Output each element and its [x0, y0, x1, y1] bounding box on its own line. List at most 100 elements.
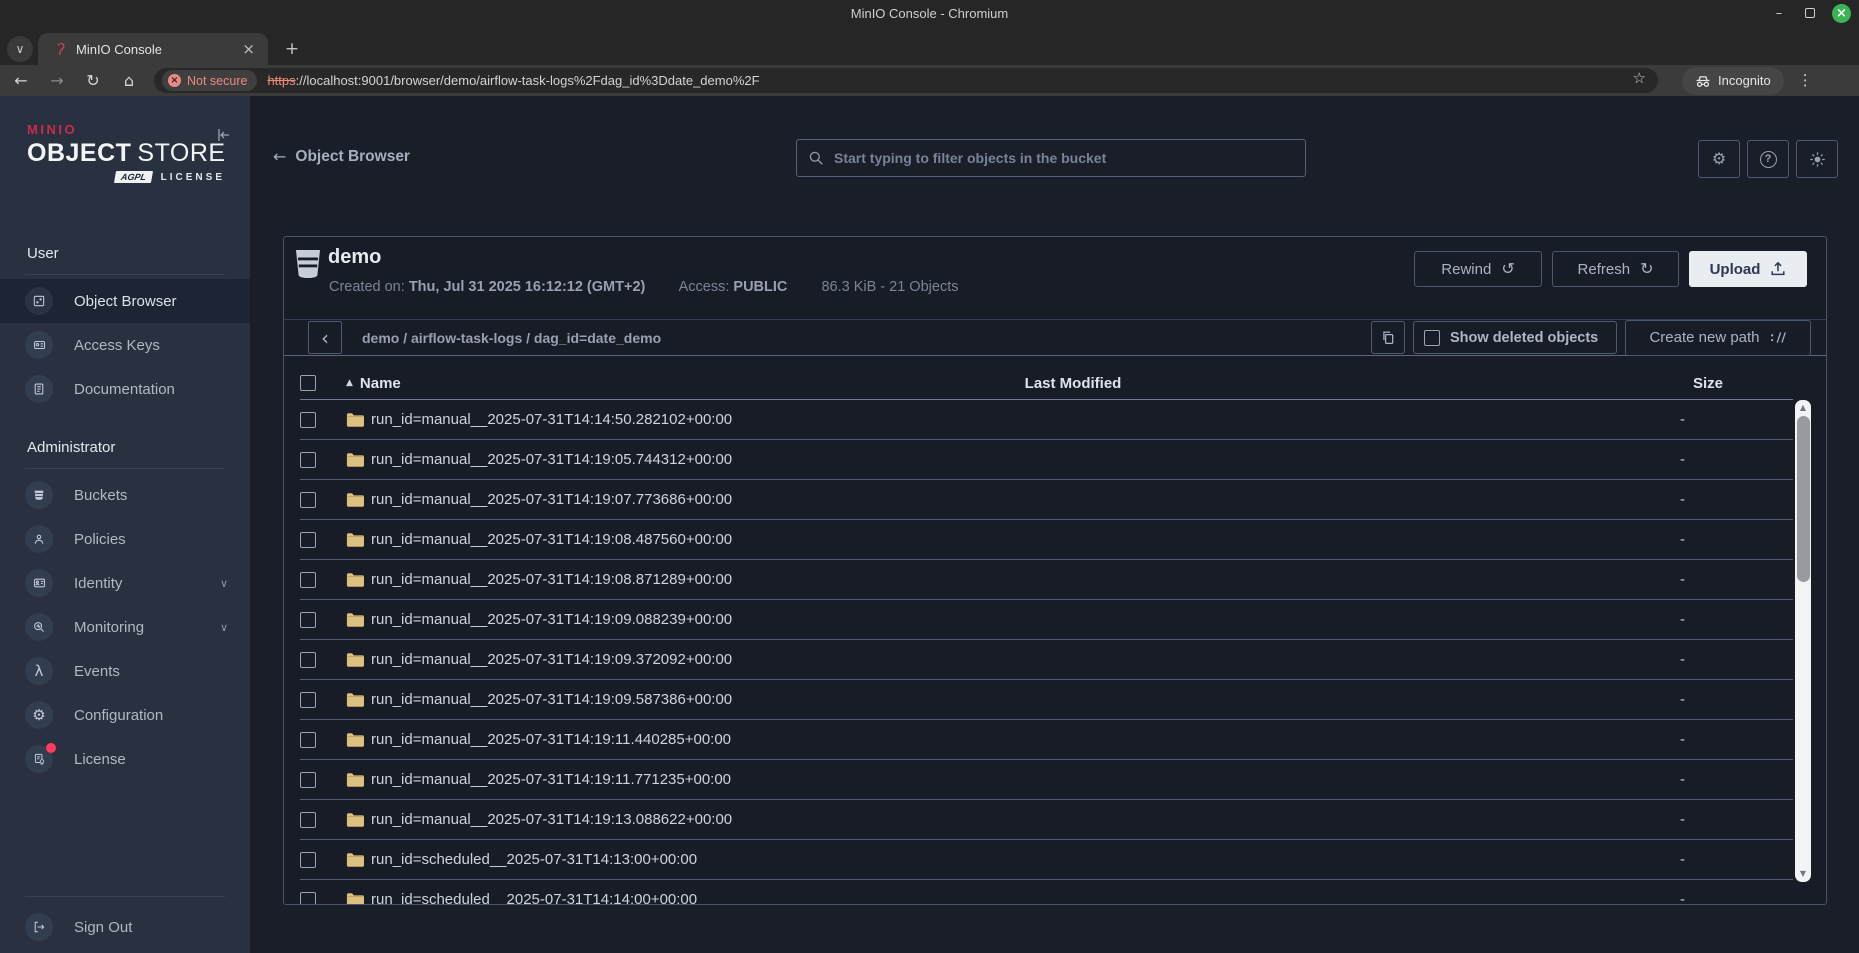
row-checkbox[interactable]	[300, 652, 316, 668]
back-nav-icon[interactable]: ←	[6, 68, 36, 94]
sidebar-item-identity[interactable]: Identity∨	[0, 561, 250, 605]
sidebar-item-license[interactable]: License	[0, 737, 250, 781]
row-checkbox[interactable]	[300, 812, 316, 828]
rewind-button[interactable]: Rewind ↺	[1414, 251, 1542, 287]
sidebar-item-sign-out[interactable]: Sign Out	[0, 905, 250, 949]
show-deleted-group: Show deleted objects	[1413, 321, 1617, 354]
object-name-cell[interactable]: run_id=manual__2025-07-31T14:19:11.44028…	[346, 731, 773, 748]
sidebar-item-label: License	[74, 751, 126, 768]
size-cell: -	[1373, 651, 1793, 668]
tab-close-icon[interactable]: ×	[239, 42, 258, 57]
row-checkbox[interactable]	[300, 572, 316, 588]
sidebar-item-events[interactable]: λEvents	[0, 649, 250, 693]
scrollbar-thumb[interactable]	[1797, 416, 1810, 582]
column-header-name[interactable]: ▲ Name	[346, 375, 773, 392]
not-secure-badge[interactable]: × Not secure	[162, 70, 257, 91]
row-checkbox[interactable]	[300, 412, 316, 428]
object-name-cell[interactable]: run_id=scheduled__2025-07-31T14:13:00+00…	[346, 851, 773, 868]
row-checkbox[interactable]	[300, 772, 316, 788]
home-icon[interactable]: ⌂	[114, 68, 144, 94]
table-row[interactable]: run_id=manual__2025-07-31T14:19:08.48756…	[300, 520, 1793, 560]
table-row[interactable]: run_id=manual__2025-07-31T14:19:11.44028…	[300, 720, 1793, 760]
refresh-button[interactable]: Refresh ↻	[1552, 251, 1679, 287]
show-deleted-checkbox[interactable]	[1424, 330, 1440, 346]
table-row[interactable]: run_id=manual__2025-07-31T14:19:09.08823…	[300, 600, 1793, 640]
object-name-cell[interactable]: run_id=manual__2025-07-31T14:14:50.28210…	[346, 411, 773, 428]
table-row[interactable]: run_id=manual__2025-07-31T14:14:50.28210…	[300, 400, 1793, 440]
row-checkbox[interactable]	[300, 692, 316, 708]
object-name-cell[interactable]: run_id=scheduled__2025-07-31T14:14:00+00…	[346, 891, 773, 904]
table-row[interactable]: run_id=manual__2025-07-31T14:19:13.08862…	[300, 800, 1793, 840]
breadcrumb-back-button[interactable]: ‹	[308, 321, 342, 354]
browser-tab[interactable]: MinIO Console ×	[38, 33, 268, 65]
sidebar-item-policies[interactable]: Policies	[0, 517, 250, 561]
table-row[interactable]: run_id=manual__2025-07-31T14:19:08.87128…	[300, 560, 1793, 600]
collapse-sidebar-icon[interactable]	[216, 128, 232, 142]
object-name-cell[interactable]: run_id=manual__2025-07-31T14:19:09.37209…	[346, 651, 773, 668]
chevron-down-icon[interactable]: ∨	[220, 622, 228, 633]
object-name-cell[interactable]: run_id=manual__2025-07-31T14:19:13.08862…	[346, 811, 773, 828]
row-checkbox[interactable]	[300, 452, 316, 468]
bucket-name: demo	[328, 246, 381, 269]
close-button[interactable]: ×	[1832, 4, 1851, 23]
object-name-cell[interactable]: run_id=manual__2025-07-31T14:19:09.08823…	[346, 611, 773, 628]
browser-menu-icon[interactable]: ⋮	[1798, 73, 1813, 88]
new-tab-button[interactable]: +	[280, 37, 304, 61]
url-text[interactable]: https://localhost:9001/browser/demo/airf…	[267, 73, 759, 88]
row-checkbox[interactable]	[300, 732, 316, 748]
help-button[interactable]: ?	[1747, 140, 1789, 178]
object-name-cell[interactable]: run_id=manual__2025-07-31T14:19:07.77368…	[346, 491, 773, 508]
scroll-up-icon[interactable]: ▲	[1795, 404, 1811, 412]
table-row[interactable]: run_id=manual__2025-07-31T14:19:05.74431…	[300, 440, 1793, 480]
row-checkbox[interactable]	[300, 612, 316, 628]
theme-toggle-button[interactable]	[1796, 140, 1838, 178]
table-row[interactable]: run_id=manual__2025-07-31T14:19:09.58738…	[300, 680, 1793, 720]
sidebar-item-documentation[interactable]: Documentation	[0, 367, 250, 411]
object-name-cell[interactable]: run_id=manual__2025-07-31T14:19:05.74431…	[346, 451, 773, 468]
table-row[interactable]: run_id=manual__2025-07-31T14:19:09.37209…	[300, 640, 1793, 680]
minimize-button[interactable]: –	[1770, 3, 1788, 23]
filter-search-box[interactable]	[796, 139, 1306, 177]
breadcrumb[interactable]: demo / airflow-task-logs / dag_id=date_d…	[362, 330, 661, 346]
top-action-buttons: ⚙ ?	[1698, 140, 1838, 178]
create-new-path-button[interactable]: Create new path	[1625, 320, 1811, 356]
object-name-cell[interactable]: run_id=manual__2025-07-31T14:19:11.77123…	[346, 771, 773, 788]
row-checkbox[interactable]	[300, 492, 316, 508]
column-header-size[interactable]: Size	[1373, 375, 1795, 392]
select-all-checkbox[interactable]	[300, 375, 316, 391]
url-bar[interactable]: × Not secure https://localhost:9001/brow…	[154, 68, 1658, 93]
bookmark-star-icon[interactable]: ☆	[1633, 71, 1646, 86]
sidebar-item-access-keys[interactable]: Access Keys	[0, 323, 250, 367]
table-row[interactable]: run_id=manual__2025-07-31T14:19:11.77123…	[300, 760, 1793, 800]
folder-icon	[346, 812, 364, 827]
table-row[interactable]: run_id=scheduled__2025-07-31T14:13:00+00…	[300, 840, 1793, 880]
object-name-cell[interactable]: run_id=manual__2025-07-31T14:19:09.58738…	[346, 691, 773, 708]
object-name-cell[interactable]: run_id=manual__2025-07-31T14:19:08.87128…	[346, 571, 773, 588]
object-browser-header[interactable]: ← Object Browser	[273, 148, 410, 166]
table-row[interactable]: run_id=manual__2025-07-31T14:19:07.77368…	[300, 480, 1793, 520]
back-arrow-icon[interactable]: ←	[273, 149, 286, 165]
settings-gear-button[interactable]: ⚙	[1698, 140, 1740, 178]
tab-search-button[interactable]: ∨	[7, 36, 33, 62]
column-header-last-modified[interactable]: Last Modified	[773, 375, 1373, 392]
object-name-cell[interactable]: run_id=manual__2025-07-31T14:19:08.48756…	[346, 531, 773, 548]
upload-button[interactable]: Upload	[1689, 251, 1807, 287]
sidebar-item-buckets[interactable]: Buckets	[0, 473, 250, 517]
maximize-button[interactable]	[1801, 3, 1819, 23]
scroll-down-icon[interactable]: ▼	[1795, 870, 1811, 878]
copy-path-button[interactable]	[1371, 321, 1405, 354]
reload-icon[interactable]: ↻	[78, 68, 108, 94]
table-row[interactable]: run_id=scheduled__2025-07-31T14:14:00+00…	[300, 880, 1793, 904]
table-scrollbar[interactable]: ▲ ▼	[1795, 400, 1811, 882]
forward-nav-icon[interactable]: →	[42, 68, 72, 94]
sidebar-item-object-browser[interactable]: Object Browser	[0, 279, 250, 323]
sidebar-item-monitoring[interactable]: Monitoring∨	[0, 605, 250, 649]
sidebar-item-configuration[interactable]: ⚙Configuration	[0, 693, 250, 737]
row-checkbox[interactable]	[300, 532, 316, 548]
chevron-down-icon[interactable]: ∨	[220, 578, 228, 589]
row-checkbox[interactable]	[300, 892, 316, 905]
size-cell: -	[1373, 771, 1793, 788]
row-checkbox[interactable]	[300, 852, 316, 868]
folder-icon	[346, 692, 364, 707]
search-input[interactable]	[834, 150, 1294, 166]
